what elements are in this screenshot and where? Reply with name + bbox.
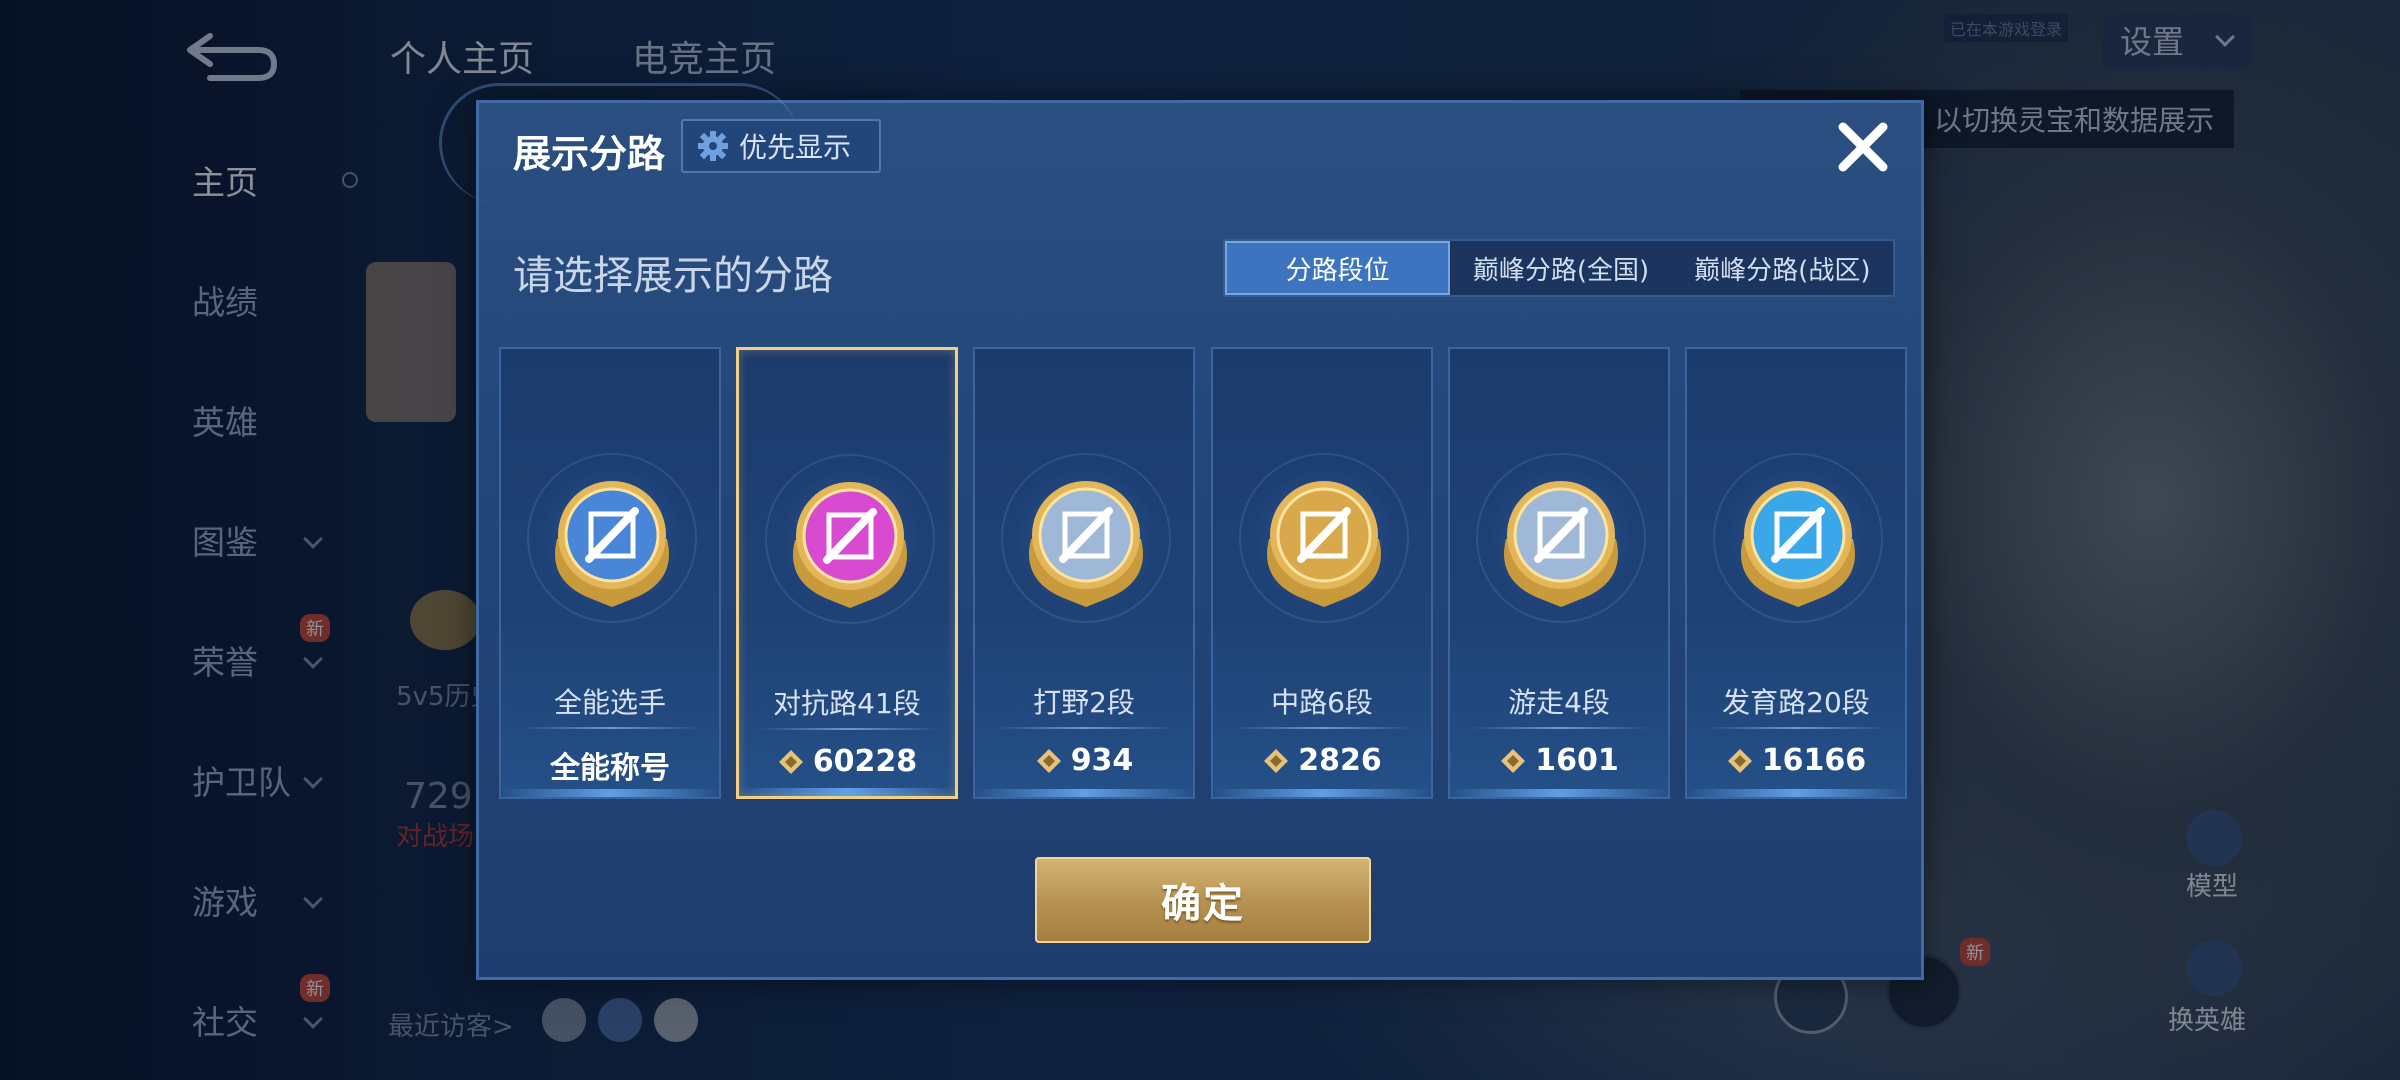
lane-value-text: 全能称号 <box>550 751 670 786</box>
lane-value-text: 16166 <box>1761 743 1867 778</box>
lane-value-text: 60228 <box>812 744 918 779</box>
points-icon <box>1501 748 1526 773</box>
card-divider <box>995 727 1175 729</box>
lane-badge-icon <box>1267 481 1381 607</box>
lane-cards: 全能选手 全能称号 对抗路41段 60228 打野2段 934 中路6段 2826 游走4段 16… <box>499 347 1907 799</box>
card-divider <box>1470 727 1650 729</box>
tab-peak-lane-national[interactable]: 巅峰分路(全国) <box>1450 241 1671 295</box>
points-icon <box>1727 748 1752 773</box>
lane-card[interactable]: 发育路20段 16166 <box>1685 347 1907 799</box>
lane-card[interactable]: 打野2段 934 <box>973 347 1195 799</box>
card-divider <box>1707 727 1887 729</box>
dialog-title: 展示分路 <box>513 132 666 176</box>
lane-value: 2826 <box>1213 743 1431 778</box>
card-divider <box>521 727 701 729</box>
lane-value-text: 2826 <box>1298 743 1382 778</box>
lane-badge-icon <box>1029 481 1143 607</box>
card-bottom-glow <box>1213 789 1431 797</box>
lane-value: 60228 <box>739 744 955 779</box>
lane-card[interactable]: 游走4段 1601 <box>1448 347 1670 799</box>
priority-display-label: 优先显示 <box>739 131 852 164</box>
lane-name: 游走4段 <box>1508 686 1610 719</box>
card-bottom-glow <box>739 788 955 796</box>
tab-lane-rank[interactable]: 分路段位 <box>1225 241 1451 295</box>
lane-card[interactable]: 中路6段 2826 <box>1211 347 1433 799</box>
priority-display-button[interactable]: 优先显示 <box>681 119 881 173</box>
lane-value: 1601 <box>1450 743 1668 778</box>
lane-badge-icon <box>1504 481 1618 607</box>
lane-value: 934 <box>975 743 1193 778</box>
gear-icon <box>698 131 728 161</box>
lane-name: 打野2段 <box>1033 686 1135 719</box>
close-icon[interactable] <box>1833 117 1893 177</box>
select-prompt: 请选择展示的分路 <box>513 253 833 299</box>
lane-value: 16166 <box>1687 743 1905 778</box>
lane-card[interactable]: 全能选手 全能称号 <box>499 347 721 799</box>
card-divider <box>759 728 939 730</box>
card-bottom-glow <box>501 789 719 797</box>
lane-value-text: 1601 <box>1535 743 1619 778</box>
lane-value-text: 934 <box>1070 743 1134 778</box>
points-icon <box>778 749 803 774</box>
lane-name: 中路6段 <box>1271 686 1373 719</box>
card-bottom-glow <box>975 789 1193 797</box>
lane-display-dialog: 展示分路 优先显示 请选择展示的分路 分路段位 巅峰分路(全国) 巅峰分路(战区… <box>439 83 1924 980</box>
lane-badge-icon <box>555 481 669 607</box>
points-icon <box>1264 748 1289 773</box>
card-divider <box>1233 727 1413 729</box>
lane-name: 发育路20段 <box>1722 686 1870 719</box>
tab-peak-lane-region[interactable]: 巅峰分路(战区) <box>1672 241 1893 295</box>
lane-tabs: 分路段位 巅峰分路(全国) 巅峰分路(战区) <box>1223 239 1895 297</box>
lane-badge-icon <box>793 482 907 608</box>
points-icon <box>1036 748 1061 773</box>
confirm-button[interactable]: 确定 <box>1035 857 1371 943</box>
card-bottom-glow <box>1450 789 1668 797</box>
lane-badge-icon <box>1741 481 1855 607</box>
lane-card[interactable]: 对抗路41段 60228 <box>736 347 958 799</box>
lane-name: 全能选手 <box>553 686 666 719</box>
lane-name: 对抗路41段 <box>773 687 921 720</box>
lane-value: 全能称号 <box>501 743 719 787</box>
card-bottom-glow <box>1687 789 1905 797</box>
